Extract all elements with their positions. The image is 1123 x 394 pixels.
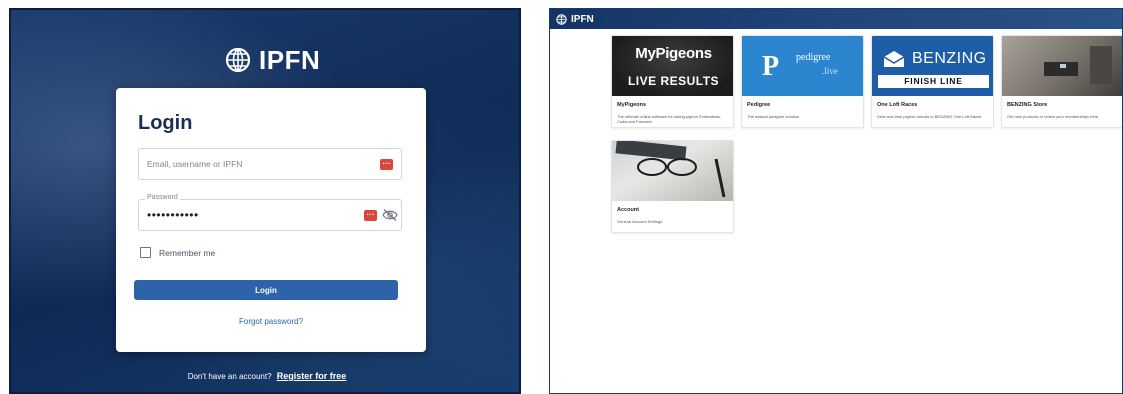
banner-logo-letter: P xyxy=(762,51,780,82)
brand-name: IPFN xyxy=(571,13,594,25)
password-label: Password xyxy=(145,194,180,201)
tile-title: Account xyxy=(617,207,639,213)
username-placeholder: Email, username or IPFN xyxy=(147,159,243,169)
app-tile-pedigree[interactable]: P pedigree .live Pedigree The easiest pe… xyxy=(741,35,864,128)
tile-title: MyPigeons xyxy=(617,102,647,108)
password-manager-icon[interactable]: ··· xyxy=(364,210,377,221)
app-tile-one-loft-races[interactable]: BENZING FINISH LINE One Loft Races View … xyxy=(871,35,994,128)
pedigree-banner: P pedigree .live xyxy=(742,36,863,96)
register-prompt: Don't have an account? xyxy=(187,372,272,381)
brand-name: IPFN xyxy=(259,44,321,75)
brand-logo: IPFN xyxy=(225,44,320,76)
login-title: Login xyxy=(138,112,193,134)
login-card: Login Email, username or IPFN ··· Passwo… xyxy=(116,88,426,352)
login-screen: IPFN Login Email, username or IPFN ··· P… xyxy=(9,8,521,394)
tile-title: BENZING Store xyxy=(1007,102,1048,108)
top-bar: IPFN xyxy=(550,9,1122,29)
banner-title: MyPigeons xyxy=(635,45,712,62)
password-field[interactable]: Password ••••••••••• ··· xyxy=(138,194,402,231)
account-photo xyxy=(612,141,733,201)
envelope-icon xyxy=(883,51,905,67)
tile-title: One Loft Races xyxy=(877,102,918,108)
forgot-password-link[interactable]: Forgot password? xyxy=(116,317,426,326)
store-photo xyxy=(1002,36,1122,96)
finish-line-bar: FINISH LINE xyxy=(878,75,989,88)
banner-subtitle: .live xyxy=(822,66,838,76)
tile-description: View real-time pigeon arrivals in BENZIN… xyxy=(877,114,982,119)
benzing-banner: BENZING FINISH LINE xyxy=(872,36,993,96)
app-tile-mypigeons[interactable]: MyPigeons LIVE RESULTS MyPigeons The ult… xyxy=(611,35,734,128)
register-link[interactable]: Register for free xyxy=(277,371,347,381)
eye-off-icon[interactable] xyxy=(382,209,398,221)
app-tile-account[interactable]: Account General Account Settings xyxy=(611,140,734,233)
device-photo-illustration xyxy=(1044,46,1112,84)
app-tile-benzing-store[interactable]: BENZING Store Get new products or renew … xyxy=(1001,35,1122,128)
remember-me[interactable]: Remember me xyxy=(140,247,215,258)
username-field[interactable]: Email, username or IPFN ··· xyxy=(138,148,402,180)
banner-subtitle: LIVE RESULTS xyxy=(627,74,720,88)
mypigeons-banner: MyPigeons LIVE RESULTS xyxy=(612,36,733,96)
banner-title: BENZING xyxy=(912,50,987,67)
globe-grid-icon xyxy=(225,47,251,73)
banner-title: pedigree xyxy=(796,52,831,63)
tile-description: General Account Settings xyxy=(617,219,663,224)
login-button[interactable]: Login xyxy=(134,280,398,300)
remember-checkbox[interactable] xyxy=(140,247,151,258)
tile-description: The easiest pedigree solution xyxy=(747,114,800,119)
dashboard-screen: IPFN MyPigeons LIVE RESULTS MyPigeons Th… xyxy=(549,8,1123,394)
glasses-notebook-illustration xyxy=(615,141,726,198)
globe-grid-icon xyxy=(556,13,567,25)
password-manager-icon[interactable]: ··· xyxy=(380,159,393,170)
banner-subtitle: FINISH LINE xyxy=(904,76,963,86)
register-row: Don't have an account? Register for free xyxy=(11,371,519,381)
tile-title: Pedigree xyxy=(747,102,771,108)
tile-description: Get new products or renew your membershi… xyxy=(1007,114,1100,119)
tile-description: The ultimate online software for racing … xyxy=(617,114,722,124)
remember-label: Remember me xyxy=(159,247,216,258)
password-value: ••••••••••• xyxy=(147,208,199,222)
